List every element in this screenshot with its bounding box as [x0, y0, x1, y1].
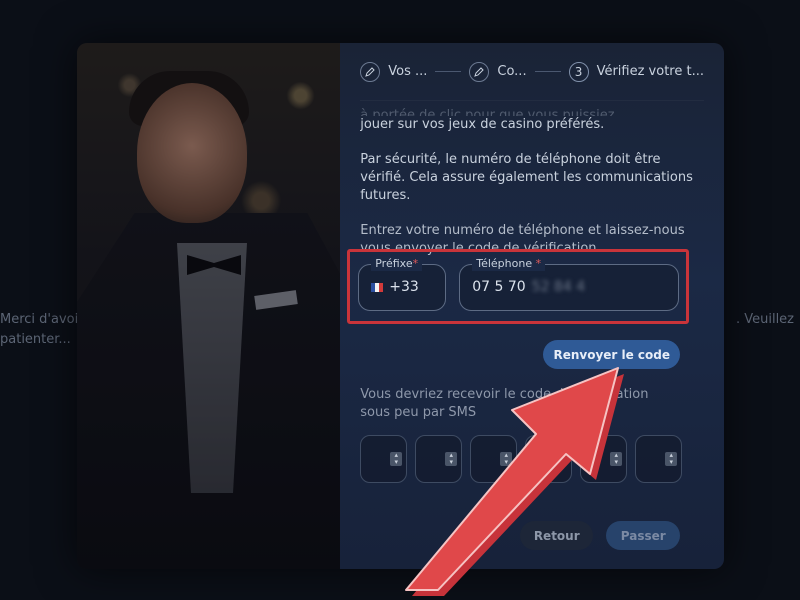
step-divider: [534, 71, 561, 72]
code-digit-input[interactable]: ▴▾: [635, 435, 683, 483]
step-3[interactable]: 3 Vérifiez votre t...: [568, 61, 704, 82]
intro-text: jouer sur vos jeux de casino préférés.: [360, 117, 605, 132]
step-1[interactable]: Vos ...: [360, 61, 428, 82]
step-divider: [435, 71, 462, 72]
pencil-icon: [360, 61, 381, 82]
phone-label: Téléphone *: [472, 257, 546, 271]
faded-text: à portée de clic pour que vous puissiez: [360, 108, 615, 116]
step-1-label: Vos ...: [388, 64, 428, 79]
phone-highlight-box: Préfixe* +33 Téléphone * 07 5 70 52 84 4: [347, 249, 690, 324]
phone-value: 07 5 70: [472, 279, 526, 295]
security-text-b: Cela assure également les communications…: [360, 170, 693, 203]
france-flag-icon: [371, 282, 384, 292]
step-2[interactable]: Co...: [469, 61, 527, 82]
background-text-right: . Veuillez: [735, 312, 794, 327]
step-3-number: 3: [568, 61, 589, 82]
step-2-label: Co...: [497, 64, 527, 79]
prefix-label: Préfixe*: [371, 257, 423, 271]
instructions: à portée de clic pour que vous puissiez …: [360, 107, 704, 258]
prefix-field[interactable]: Préfixe* +33: [358, 257, 447, 311]
step-3-label: Vérifiez votre t...: [596, 64, 704, 79]
red-arrow-icon: [405, 367, 624, 596]
prefix-value: +33: [389, 279, 419, 295]
casino-host-photo: [77, 43, 365, 569]
phone-field[interactable]: Téléphone * 07 5 70 52 84 4: [459, 257, 680, 311]
pencil-icon: [469, 61, 490, 82]
background-text-left: Merci d'avoir patienter...: [0, 312, 84, 347]
security-text: Par sécurité, le numéro de téléphone doi…: [360, 151, 704, 205]
stepper: Vos ... Co... 3 Vérifiez votre t...: [360, 43, 704, 101]
spinner-icon[interactable]: ▴▾: [665, 452, 678, 466]
phone-value-hidden: 52 84 4: [531, 279, 586, 295]
